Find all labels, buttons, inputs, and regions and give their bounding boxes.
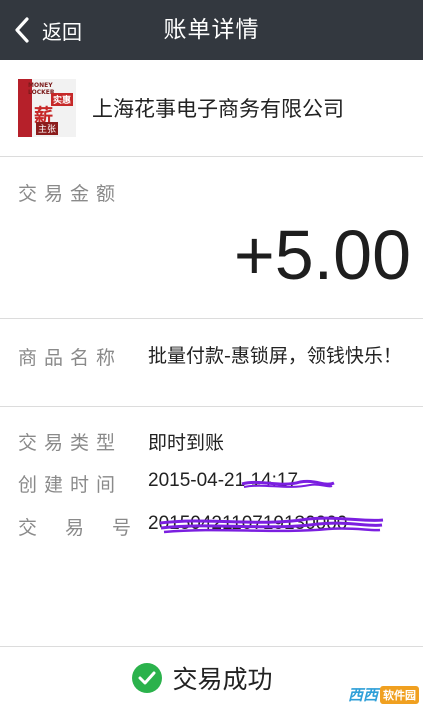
back-button[interactable]: 返回	[10, 0, 82, 60]
amount-section: 交易金额 +5.00	[0, 157, 423, 319]
watermark-logo: 西西 软件园	[348, 684, 419, 705]
merchant-logo: MONEY LOCKER 实惠 薪 主张	[18, 79, 76, 137]
product-label: 商品名称	[18, 347, 123, 369]
type-label: 交易类型	[18, 432, 123, 454]
amount-label: 交易金额	[18, 183, 123, 205]
watermark-text: 软件园	[380, 685, 419, 704]
check-circle-icon	[132, 663, 163, 693]
watermark-mark: 西西	[347, 686, 378, 704]
amount-value: +5.00	[233, 216, 411, 294]
chevron-left-icon	[10, 15, 34, 45]
merchant-name: 上海花事电子商务有限公司	[92, 97, 344, 121]
redaction-scribble-id	[159, 516, 384, 534]
logo-bottom-text: 主张	[36, 122, 59, 135]
logo-tag: 实惠	[50, 93, 73, 106]
product-section: 商品名称 批量付款-惠锁屏，领钱快乐！	[0, 319, 423, 407]
details-section: 交易类型 即时到账 创建时间 2015-04-21 14:17 交易号 2015…	[0, 407, 423, 647]
id-label: 交易号	[18, 517, 160, 539]
merchant-row: MONEY LOCKER 实惠 薪 主张 上海花事电子商务有限公司	[0, 60, 423, 157]
product-value: 批量付款-惠锁屏，领钱快乐！	[148, 345, 402, 367]
type-value: 即时到账	[148, 432, 225, 454]
status-text: 交易成功	[172, 665, 273, 694]
status-footer: 交易成功 西西 软件园	[0, 648, 423, 708]
time-label: 创建时间	[18, 474, 123, 496]
back-label: 返回	[42, 19, 82, 44]
app-header: 返回 账单详情	[0, 0, 423, 60]
redaction-scribble	[241, 479, 335, 488]
